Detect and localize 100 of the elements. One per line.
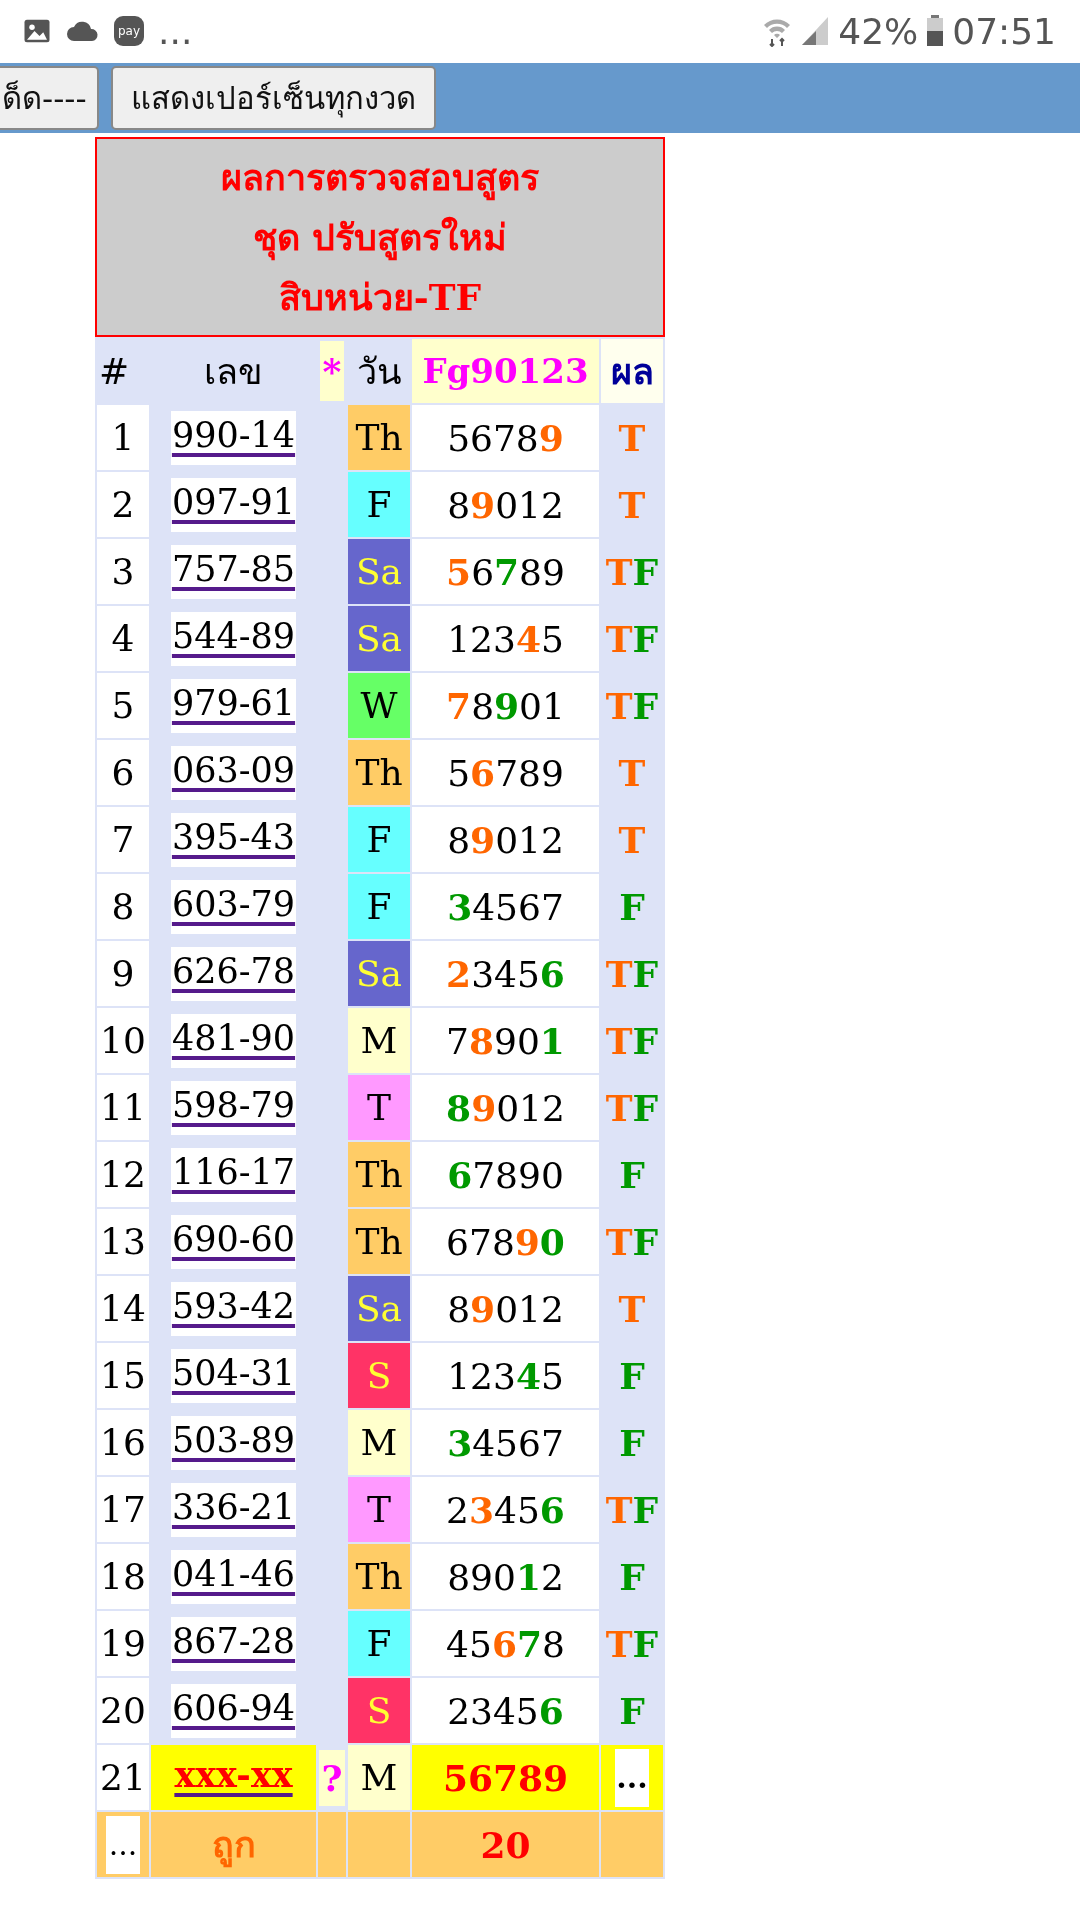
result-cell-text: TF [604,549,660,595]
number-link[interactable]: 503-89 [170,1415,297,1470]
result-cell-text: TF [604,951,660,997]
day-cell: T [348,1075,410,1140]
toolbar-button[interactable]: แสดงเปอร์เซ็นทุกงวด [110,66,436,130]
day-cell: F [348,1611,410,1676]
digits-cell: 89012 [412,1544,599,1609]
digits-cell: 89012 [412,1075,599,1140]
battery-icon [926,15,945,47]
number-link[interactable]: 504-31 [170,1348,297,1403]
battery-percent: 42% [838,10,919,52]
number-link[interactable]: 867-28 [170,1616,297,1671]
result-cell-text: TF [604,1085,660,1131]
digits-cell: 67890 [412,1142,599,1207]
result-cell-text: TF [604,1621,660,1667]
more-button[interactable]: ... [106,1815,140,1874]
digits-cell: 56789 [412,740,599,805]
signal-icon [800,15,831,47]
day-cell: M [348,1410,410,1475]
prediction-cell: 56789 [412,1745,599,1810]
number-link[interactable]: 979-61 [170,678,297,733]
digits-cell: 23456 [412,1678,599,1743]
day-cell: F [348,874,410,939]
day-cell: F [348,472,410,537]
day-cell: Sa [348,941,410,1006]
number-link[interactable]: 041-46 [170,1549,297,1604]
row-number: 4 [97,606,149,671]
digits-cell: 89012 [412,472,599,537]
digits-cell: 89012 [412,1276,599,1341]
cloud-icon [66,19,100,43]
pending-result: ... [615,1748,649,1807]
result-cell-text: F [618,1152,646,1198]
row-number: 13 [97,1209,149,1274]
number-link[interactable]: 481-90 [170,1013,297,1068]
row-number: 1 [97,405,149,470]
number-link[interactable]: 336-21 [170,1482,297,1537]
day-cell: S [348,1678,410,1743]
digits-cell: 23456 [412,1477,599,1542]
number-link[interactable]: 598-79 [170,1080,297,1135]
result-cell-text: T [617,1286,647,1332]
digits-cell: 23456 [412,941,599,1006]
result-cell-text: F [618,1688,646,1734]
digits-cell: 12345 [412,1343,599,1408]
day-cell: M [348,1745,410,1810]
row-number: 11 [97,1075,149,1140]
day-cell: F [348,807,410,872]
pay-icon: pay [114,16,144,46]
column-header: * [320,341,344,401]
result-cell-text: F [618,1420,646,1466]
column-header: วัน [355,349,403,394]
row-number: 6 [97,740,149,805]
row-number: 10 [97,1008,149,1073]
row-number: 19 [97,1611,149,1676]
row-number: 9 [97,941,149,1006]
digits-cell: 78901 [412,673,599,738]
column-header: ผล [601,339,663,403]
row-number: 7 [97,807,149,872]
digits-cell: 34567 [412,874,599,939]
digits-cell: 34567 [412,1410,599,1475]
result-cell-text: TF [604,1018,660,1064]
number-link[interactable]: 626-78 [170,946,297,1001]
row-number: 18 [97,1544,149,1609]
row-number: 3 [97,539,149,604]
day-cell: Sa [348,1276,410,1341]
row-number: 14 [97,1276,149,1341]
result-cell-text: TF [604,1219,660,1265]
day-cell: T [348,1477,410,1542]
result-cell-text: F [618,1353,646,1399]
number-link[interactable]: 395-43 [170,812,297,867]
number-link[interactable]: 690-60 [170,1214,297,1269]
digits-cell: 89012 [412,807,599,872]
more-notifications: ... [158,10,193,52]
row-number: 15 [97,1343,149,1408]
number-link[interactable]: 606-94 [170,1683,297,1738]
digits-cell: 56789 [412,539,599,604]
day-cell: W [348,673,410,738]
number-link[interactable]: 116-17 [170,1147,297,1202]
result-cell-text: TF [604,616,660,662]
digits-cell: 78901 [412,1008,599,1073]
row-number: 12 [97,1142,149,1207]
number-link[interactable]: 757-85 [170,544,297,599]
number-link[interactable]: 990-14 [170,410,297,465]
digits-cell: 12345 [412,606,599,671]
correct-count: 20 [412,1812,599,1877]
result-cell-text: T [617,817,647,863]
day-cell: S [348,1343,410,1408]
row-number: 20 [97,1678,149,1743]
result-cell-text: T [617,482,647,528]
number-link[interactable]: 063-09 [170,745,297,800]
day-cell: Sa [348,606,410,671]
toolbar-button[interactable]: ด็ด---- [0,66,99,130]
number-link[interactable]: 593-42 [170,1281,297,1336]
title-banner: ผลการตรวจสอบสูตร ชุด ปรับสูตรใหม่ สิบหน่วย-TF [95,137,665,337]
number-link[interactable]: 544-89 [170,611,297,666]
row-number: 8 [97,874,149,939]
day-cell: M [348,1008,410,1073]
number-link[interactable]: 603-79 [170,879,297,934]
number-link[interactable]: 097-91 [170,477,297,532]
day-cell: Th [348,740,410,805]
column-header: เลข [203,349,264,394]
